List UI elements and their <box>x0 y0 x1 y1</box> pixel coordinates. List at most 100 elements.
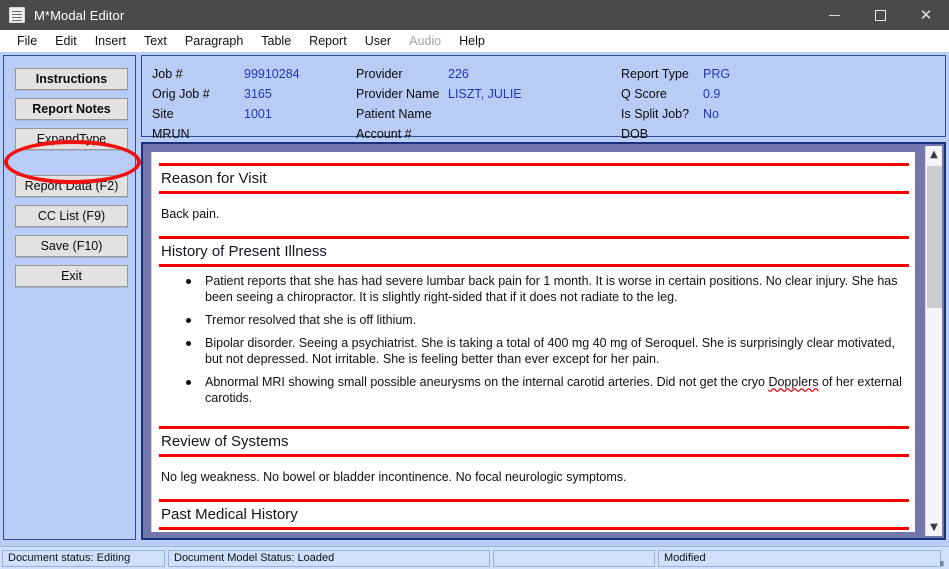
label-is-split-job: Is Split Job? <box>621 107 690 121</box>
section-body-review-of-systems[interactable]: No leg weakness. No bowel or bladder inc… <box>159 457 909 499</box>
cc-list-button[interactable]: CC List (F9) <box>15 205 128 227</box>
status-empty-panel <box>493 549 655 567</box>
minimize-button[interactable] <box>811 0 857 30</box>
sidebar-tab-instructions[interactable]: Instructions <box>15 68 128 90</box>
label-q-score: Q Score <box>621 87 667 101</box>
bullet-text-part-1: Abnormal MRI showing small possible aneu… <box>205 375 769 389</box>
document-scrollbar[interactable]: ▲ ▼ <box>925 146 942 536</box>
value-provider: 226 <box>448 67 469 81</box>
label-account-number: Account # <box>356 127 412 141</box>
misspelled-word[interactable]: Dopplers <box>768 375 818 389</box>
document-content: Reason for Visit Back pain. History of P… <box>152 152 915 530</box>
job-info-panel: Job # 99910284 Orig Job # 3165 Site 1001… <box>141 55 946 141</box>
value-report-type: PRG <box>703 67 731 81</box>
close-icon: ✕ <box>919 5 933 24</box>
section-body-history-of-present-illness[interactable]: Patient reports that she has had severe … <box>159 267 909 419</box>
list-item[interactable]: Patient reports that she has had severe … <box>186 273 909 305</box>
value-job-number: 99910284 <box>244 67 300 81</box>
section-rule-bottom <box>159 264 909 267</box>
window-title: M*Modal Editor <box>34 7 125 23</box>
value-provider-name: LISZT, JULIE <box>448 87 522 101</box>
resize-grip-icon[interactable]: ▖ <box>935 555 947 567</box>
menu-item-user[interactable]: User <box>356 32 400 50</box>
menu-bar: File Edit Insert Text Paragraph Table Re… <box>0 30 949 52</box>
job-info-row-orig-job-number: Orig Job # 3165 <box>152 84 300 104</box>
job-info-row-is-split-job: Is Split Job? No <box>621 104 730 124</box>
sidebar-tab-expandtype[interactable]: ExpandType <box>15 128 128 150</box>
section-title-review-of-systems: Review of Systems <box>161 433 289 450</box>
scrollbar-thumb[interactable] <box>927 166 942 308</box>
document-top-spacer <box>159 152 909 163</box>
document-icon <box>9 7 25 23</box>
menu-item-file[interactable]: File <box>8 32 46 50</box>
exit-button[interactable]: Exit <box>15 265 128 287</box>
section-header-reason-for-visit: Reason for Visit <box>159 163 909 194</box>
label-patient-name: Patient Name <box>356 107 432 121</box>
minimize-icon <box>828 14 840 16</box>
job-info-row-account-number: Account # <box>356 124 522 144</box>
label-dob: DOB <box>621 127 649 141</box>
list-item[interactable]: Abnormal MRI showing small possible aneu… <box>186 374 909 406</box>
job-info-row-q-score: Q Score 0.9 <box>621 84 730 104</box>
chevron-down-icon[interactable]: ▼ <box>926 519 942 536</box>
value-site: 1001 <box>244 107 272 121</box>
job-info-row-patient-name: Patient Name <box>356 104 522 124</box>
section-rule-bottom <box>159 454 909 457</box>
list-item[interactable]: Tremor resolved that she is off lithium. <box>186 312 909 328</box>
menu-item-edit[interactable]: Edit <box>46 32 86 50</box>
menu-item-text[interactable]: Text <box>135 32 176 50</box>
main-body: Instructions Report Notes ExpandType Rep… <box>0 52 949 546</box>
section-title-history-of-present-illness: History of Present Illness <box>161 243 327 260</box>
job-info-column-3: Report Type PRG Q Score 0.9 Is Split Job… <box>621 64 730 144</box>
menu-item-paragraph[interactable]: Paragraph <box>176 32 252 50</box>
section-rule-bottom <box>159 527 909 530</box>
window-controls: ✕ <box>811 0 949 30</box>
job-info-row-mrun: MRUN <box>152 124 300 144</box>
menu-item-table[interactable]: Table <box>252 32 300 50</box>
close-button[interactable]: ✕ <box>903 0 949 30</box>
job-info-row-report-type: Report Type PRG <box>621 64 730 84</box>
application-window: M*Modal Editor ✕ File Edit Insert Text P… <box>0 0 949 569</box>
title-bar: M*Modal Editor ✕ <box>0 0 949 30</box>
list-item[interactable]: Bipolar disorder. Seeing a psychiatrist.… <box>186 335 909 367</box>
job-info-column-2: Provider 226 Provider Name LISZT, JULIE … <box>356 64 522 144</box>
section-title-reason-for-visit: Reason for Visit <box>161 170 267 187</box>
menu-item-insert[interactable]: Insert <box>86 32 135 50</box>
job-info-row-provider-name: Provider Name LISZT, JULIE <box>356 84 522 104</box>
status-modified: Modified <box>658 549 941 567</box>
job-info-row-site: Site 1001 <box>152 104 300 124</box>
label-report-type: Report Type <box>621 67 689 81</box>
document-editor-frame: Reason for Visit Back pain. History of P… <box>141 142 946 540</box>
status-bar: Document status: Editing Document Model … <box>0 546 949 569</box>
job-info-row-provider: Provider 226 <box>356 64 522 84</box>
label-provider-name: Provider Name <box>356 87 440 101</box>
section-body-reason-for-visit[interactable]: Back pain. <box>159 194 909 236</box>
job-info-column-1: Job # 99910284 Orig Job # 3165 Site 1001… <box>152 64 300 144</box>
job-info-row-dob: DOB <box>621 124 730 144</box>
section-header-history-of-present-illness: History of Present Illness <box>159 236 909 267</box>
save-button[interactable]: Save (F10) <box>15 235 128 257</box>
status-document-status: Document status: Editing <box>2 549 165 567</box>
menu-item-audio: Audio <box>409 34 442 48</box>
job-info-row-job-number: Job # 99910284 <box>152 64 300 84</box>
label-mrun: MRUN <box>152 127 190 141</box>
value-orig-job-number: 3165 <box>244 87 272 101</box>
sidebar-tab-report-notes[interactable]: Report Notes <box>15 98 128 120</box>
left-sidebar: Instructions Report Notes ExpandType Rep… <box>3 55 136 540</box>
maximize-button[interactable] <box>857 0 903 30</box>
document-page[interactable]: Reason for Visit Back pain. History of P… <box>151 152 915 532</box>
section-header-review-of-systems: Review of Systems <box>159 426 909 457</box>
status-document-model-status: Document Model Status: Loaded <box>168 549 490 567</box>
section-header-past-medical-history: Past Medical History <box>159 499 909 530</box>
chevron-up-icon[interactable]: ▲ <box>926 146 942 163</box>
report-data-button[interactable]: Report Data (F2) <box>15 175 128 197</box>
value-q-score: 0.9 <box>703 87 721 101</box>
section-rule-bottom <box>159 191 909 194</box>
menu-item-report[interactable]: Report <box>300 32 356 50</box>
label-site: Site <box>152 107 174 121</box>
menu-item-help[interactable]: Help <box>450 32 494 50</box>
section-title-past-medical-history: Past Medical History <box>161 506 298 523</box>
value-is-split-job: No <box>703 107 719 121</box>
label-orig-job-number: Orig Job # <box>152 87 210 101</box>
